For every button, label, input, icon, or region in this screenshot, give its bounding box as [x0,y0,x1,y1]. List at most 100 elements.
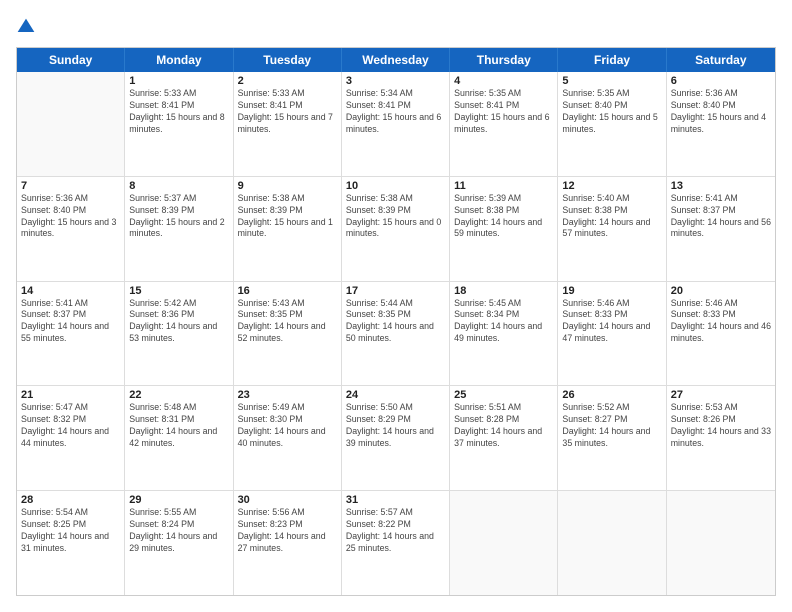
calendar-cell: 18Sunrise: 5:45 AMSunset: 8:34 PMDayligh… [450,282,558,386]
day-info: Sunrise: 5:39 AMSunset: 8:38 PMDaylight:… [454,193,553,241]
day-info: Sunrise: 5:41 AMSunset: 8:37 PMDaylight:… [671,193,771,241]
logo [16,16,40,37]
day-info: Sunrise: 5:43 AMSunset: 8:35 PMDaylight:… [238,298,337,346]
calendar-body: 1Sunrise: 5:33 AMSunset: 8:41 PMDaylight… [17,72,775,595]
day-info: Sunrise: 5:49 AMSunset: 8:30 PMDaylight:… [238,402,337,450]
calendar-cell: 19Sunrise: 5:46 AMSunset: 8:33 PMDayligh… [558,282,666,386]
calendar-row: 7Sunrise: 5:36 AMSunset: 8:40 PMDaylight… [17,177,775,282]
day-number: 12 [562,180,661,192]
calendar-cell: 13Sunrise: 5:41 AMSunset: 8:37 PMDayligh… [667,177,775,281]
calendar-cell: 22Sunrise: 5:48 AMSunset: 8:31 PMDayligh… [125,386,233,490]
calendar-cell: 15Sunrise: 5:42 AMSunset: 8:36 PMDayligh… [125,282,233,386]
weekday-header: Saturday [667,48,775,72]
day-info: Sunrise: 5:38 AMSunset: 8:39 PMDaylight:… [346,193,445,241]
calendar-header: SundayMondayTuesdayWednesdayThursdayFrid… [17,48,775,72]
day-info: Sunrise: 5:37 AMSunset: 8:39 PMDaylight:… [129,193,228,241]
calendar-cell: 3Sunrise: 5:34 AMSunset: 8:41 PMDaylight… [342,72,450,176]
logo-icon [16,17,36,37]
day-info: Sunrise: 5:40 AMSunset: 8:38 PMDaylight:… [562,193,661,241]
calendar-cell: 17Sunrise: 5:44 AMSunset: 8:35 PMDayligh… [342,282,450,386]
day-info: Sunrise: 5:51 AMSunset: 8:28 PMDaylight:… [454,402,553,450]
day-info: Sunrise: 5:38 AMSunset: 8:39 PMDaylight:… [238,193,337,241]
day-info: Sunrise: 5:36 AMSunset: 8:40 PMDaylight:… [671,88,771,136]
day-number: 24 [346,389,445,401]
calendar-cell [450,491,558,595]
day-number: 31 [346,494,445,506]
calendar-cell: 12Sunrise: 5:40 AMSunset: 8:38 PMDayligh… [558,177,666,281]
calendar-cell: 4Sunrise: 5:35 AMSunset: 8:41 PMDaylight… [450,72,558,176]
day-number: 13 [671,180,771,192]
day-info: Sunrise: 5:42 AMSunset: 8:36 PMDaylight:… [129,298,228,346]
day-number: 8 [129,180,228,192]
day-number: 2 [238,75,337,87]
calendar-row: 1Sunrise: 5:33 AMSunset: 8:41 PMDaylight… [17,72,775,177]
calendar-cell: 16Sunrise: 5:43 AMSunset: 8:35 PMDayligh… [234,282,342,386]
day-info: Sunrise: 5:57 AMSunset: 8:22 PMDaylight:… [346,507,445,555]
day-info: Sunrise: 5:36 AMSunset: 8:40 PMDaylight:… [21,193,120,241]
calendar-cell: 23Sunrise: 5:49 AMSunset: 8:30 PMDayligh… [234,386,342,490]
day-number: 23 [238,389,337,401]
calendar-cell: 31Sunrise: 5:57 AMSunset: 8:22 PMDayligh… [342,491,450,595]
day-number: 15 [129,285,228,297]
weekday-header: Thursday [450,48,558,72]
calendar-cell: 26Sunrise: 5:52 AMSunset: 8:27 PMDayligh… [558,386,666,490]
weekday-header: Wednesday [342,48,450,72]
day-info: Sunrise: 5:34 AMSunset: 8:41 PMDaylight:… [346,88,445,136]
weekday-header: Sunday [17,48,125,72]
day-number: 25 [454,389,553,401]
day-info: Sunrise: 5:35 AMSunset: 8:41 PMDaylight:… [454,88,553,136]
calendar-row: 28Sunrise: 5:54 AMSunset: 8:25 PMDayligh… [17,491,775,595]
day-number: 3 [346,75,445,87]
calendar-cell: 2Sunrise: 5:33 AMSunset: 8:41 PMDaylight… [234,72,342,176]
calendar-cell [558,491,666,595]
day-number: 20 [671,285,771,297]
weekday-header: Friday [558,48,666,72]
calendar-cell: 29Sunrise: 5:55 AMSunset: 8:24 PMDayligh… [125,491,233,595]
day-number: 1 [129,75,228,87]
day-info: Sunrise: 5:52 AMSunset: 8:27 PMDaylight:… [562,402,661,450]
weekday-header: Monday [125,48,233,72]
page: SundayMondayTuesdayWednesdayThursdayFrid… [0,0,792,612]
day-info: Sunrise: 5:41 AMSunset: 8:37 PMDaylight:… [21,298,120,346]
calendar-cell: 1Sunrise: 5:33 AMSunset: 8:41 PMDaylight… [125,72,233,176]
day-number: 7 [21,180,120,192]
calendar-cell: 24Sunrise: 5:50 AMSunset: 8:29 PMDayligh… [342,386,450,490]
day-number: 4 [454,75,553,87]
calendar-cell: 6Sunrise: 5:36 AMSunset: 8:40 PMDaylight… [667,72,775,176]
day-info: Sunrise: 5:33 AMSunset: 8:41 PMDaylight:… [129,88,228,136]
calendar-cell: 9Sunrise: 5:38 AMSunset: 8:39 PMDaylight… [234,177,342,281]
day-info: Sunrise: 5:46 AMSunset: 8:33 PMDaylight:… [562,298,661,346]
day-info: Sunrise: 5:56 AMSunset: 8:23 PMDaylight:… [238,507,337,555]
calendar-cell [667,491,775,595]
header [16,16,776,37]
day-info: Sunrise: 5:46 AMSunset: 8:33 PMDaylight:… [671,298,771,346]
day-number: 9 [238,180,337,192]
calendar-cell: 14Sunrise: 5:41 AMSunset: 8:37 PMDayligh… [17,282,125,386]
day-info: Sunrise: 5:50 AMSunset: 8:29 PMDaylight:… [346,402,445,450]
day-number: 11 [454,180,553,192]
calendar-cell: 7Sunrise: 5:36 AMSunset: 8:40 PMDaylight… [17,177,125,281]
day-number: 30 [238,494,337,506]
calendar-cell: 8Sunrise: 5:37 AMSunset: 8:39 PMDaylight… [125,177,233,281]
calendar-row: 21Sunrise: 5:47 AMSunset: 8:32 PMDayligh… [17,386,775,491]
calendar-cell: 20Sunrise: 5:46 AMSunset: 8:33 PMDayligh… [667,282,775,386]
calendar-cell [17,72,125,176]
day-number: 14 [21,285,120,297]
day-info: Sunrise: 5:44 AMSunset: 8:35 PMDaylight:… [346,298,445,346]
day-info: Sunrise: 5:47 AMSunset: 8:32 PMDaylight:… [21,402,120,450]
calendar-cell: 27Sunrise: 5:53 AMSunset: 8:26 PMDayligh… [667,386,775,490]
day-number: 26 [562,389,661,401]
day-number: 10 [346,180,445,192]
day-number: 22 [129,389,228,401]
calendar-cell: 30Sunrise: 5:56 AMSunset: 8:23 PMDayligh… [234,491,342,595]
calendar-cell: 28Sunrise: 5:54 AMSunset: 8:25 PMDayligh… [17,491,125,595]
calendar-cell: 21Sunrise: 5:47 AMSunset: 8:32 PMDayligh… [17,386,125,490]
day-info: Sunrise: 5:35 AMSunset: 8:40 PMDaylight:… [562,88,661,136]
calendar-cell: 5Sunrise: 5:35 AMSunset: 8:40 PMDaylight… [558,72,666,176]
day-number: 6 [671,75,771,87]
day-number: 5 [562,75,661,87]
calendar-cell: 11Sunrise: 5:39 AMSunset: 8:38 PMDayligh… [450,177,558,281]
day-number: 21 [21,389,120,401]
calendar-row: 14Sunrise: 5:41 AMSunset: 8:37 PMDayligh… [17,282,775,387]
day-number: 18 [454,285,553,297]
